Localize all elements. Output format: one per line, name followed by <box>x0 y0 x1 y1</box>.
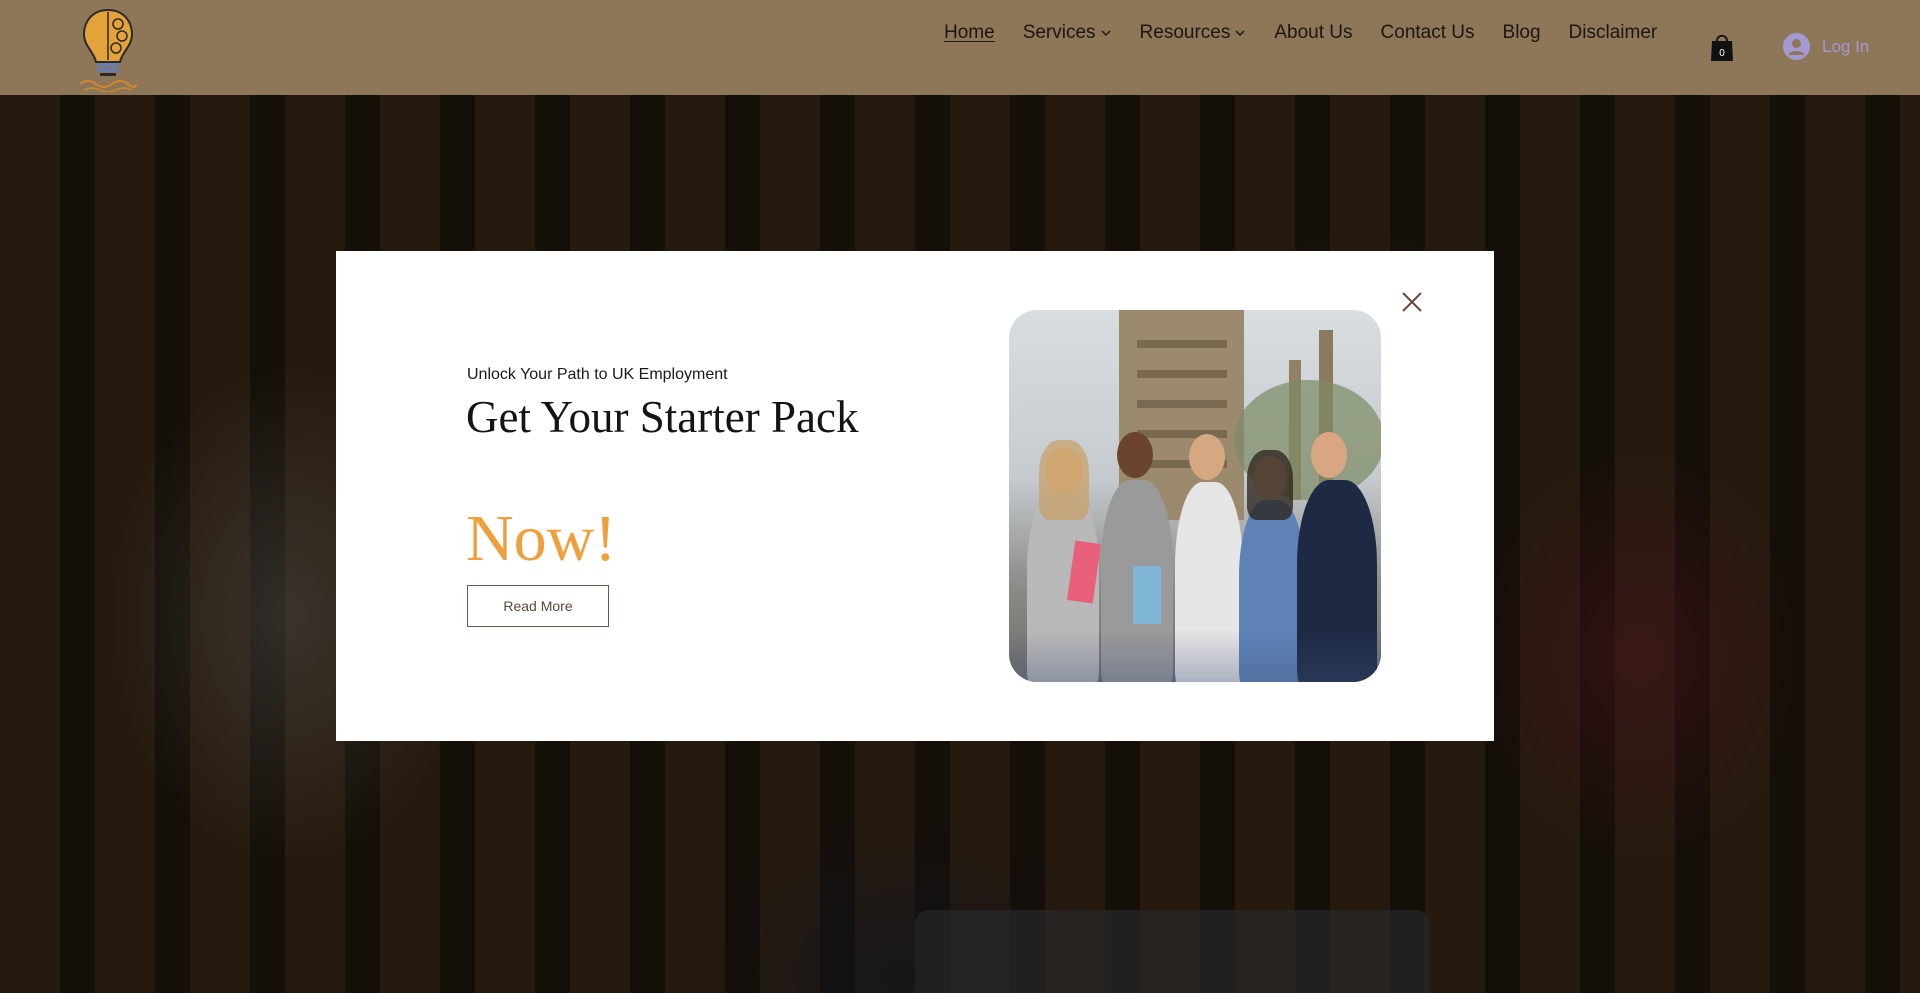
main-nav: Home Services Resources About Us Contact… <box>944 20 1685 46</box>
modal-title-accent: Now! <box>466 502 617 575</box>
cart-count: 0 <box>1719 48 1725 59</box>
nav-item-label: Contact Us <box>1380 22 1475 43</box>
modal-eyebrow: Unlock Your Path to UK Employment <box>467 366 728 383</box>
nav-item-disclaimer[interactable]: Disclaimer <box>1569 22 1658 44</box>
site-logo[interactable] <box>78 6 138 93</box>
students-photo <box>1009 310 1381 682</box>
nav-item-contact-us[interactable]: Contact Us <box>1381 22 1475 44</box>
nav-item-about-us[interactable]: About Us <box>1274 22 1352 44</box>
user-avatar-icon <box>1783 33 1810 60</box>
nav-item-label: Services <box>1022 22 1096 43</box>
nav-item-label: Blog <box>1502 22 1541 43</box>
nav-item-services[interactable]: Services <box>1023 22 1112 44</box>
photo-person-head <box>1189 434 1225 480</box>
shopping-bag-icon: 0 <box>1711 34 1733 61</box>
starter-pack-modal: Unlock Your Path to UK Employment Get Yo… <box>336 251 1494 741</box>
close-button[interactable] <box>1400 290 1424 314</box>
nav-item-home[interactable]: Home <box>944 22 995 44</box>
cart-button[interactable]: 0 <box>1710 32 1734 62</box>
nav-item-label: Disclaimer <box>1568 22 1658 43</box>
nav-item-resources[interactable]: Resources <box>1140 22 1247 44</box>
nav-item-blog[interactable]: Blog <box>1503 22 1541 44</box>
photo-person-head <box>1117 432 1153 478</box>
nav-item-label: Home <box>944 22 995 43</box>
chevron-down-icon <box>1235 30 1245 36</box>
modal-title: Get Your Starter Pack <box>466 392 859 442</box>
close-icon <box>1402 292 1422 312</box>
chevron-down-icon <box>1101 30 1111 36</box>
read-more-button[interactable]: Read More <box>467 585 609 627</box>
login-label: Log In <box>1822 36 1870 56</box>
photo-person-head <box>1311 432 1347 478</box>
photo-notebook-shape <box>1133 566 1161 624</box>
nav-item-label: About Us <box>1274 22 1353 43</box>
login-button[interactable]: Log In <box>1783 33 1869 60</box>
lightbulb-brain-icon <box>79 8 137 93</box>
site-header: Home Services Resources About Us Contact… <box>0 0 1920 95</box>
nav-item-label: Resources <box>1139 22 1231 43</box>
